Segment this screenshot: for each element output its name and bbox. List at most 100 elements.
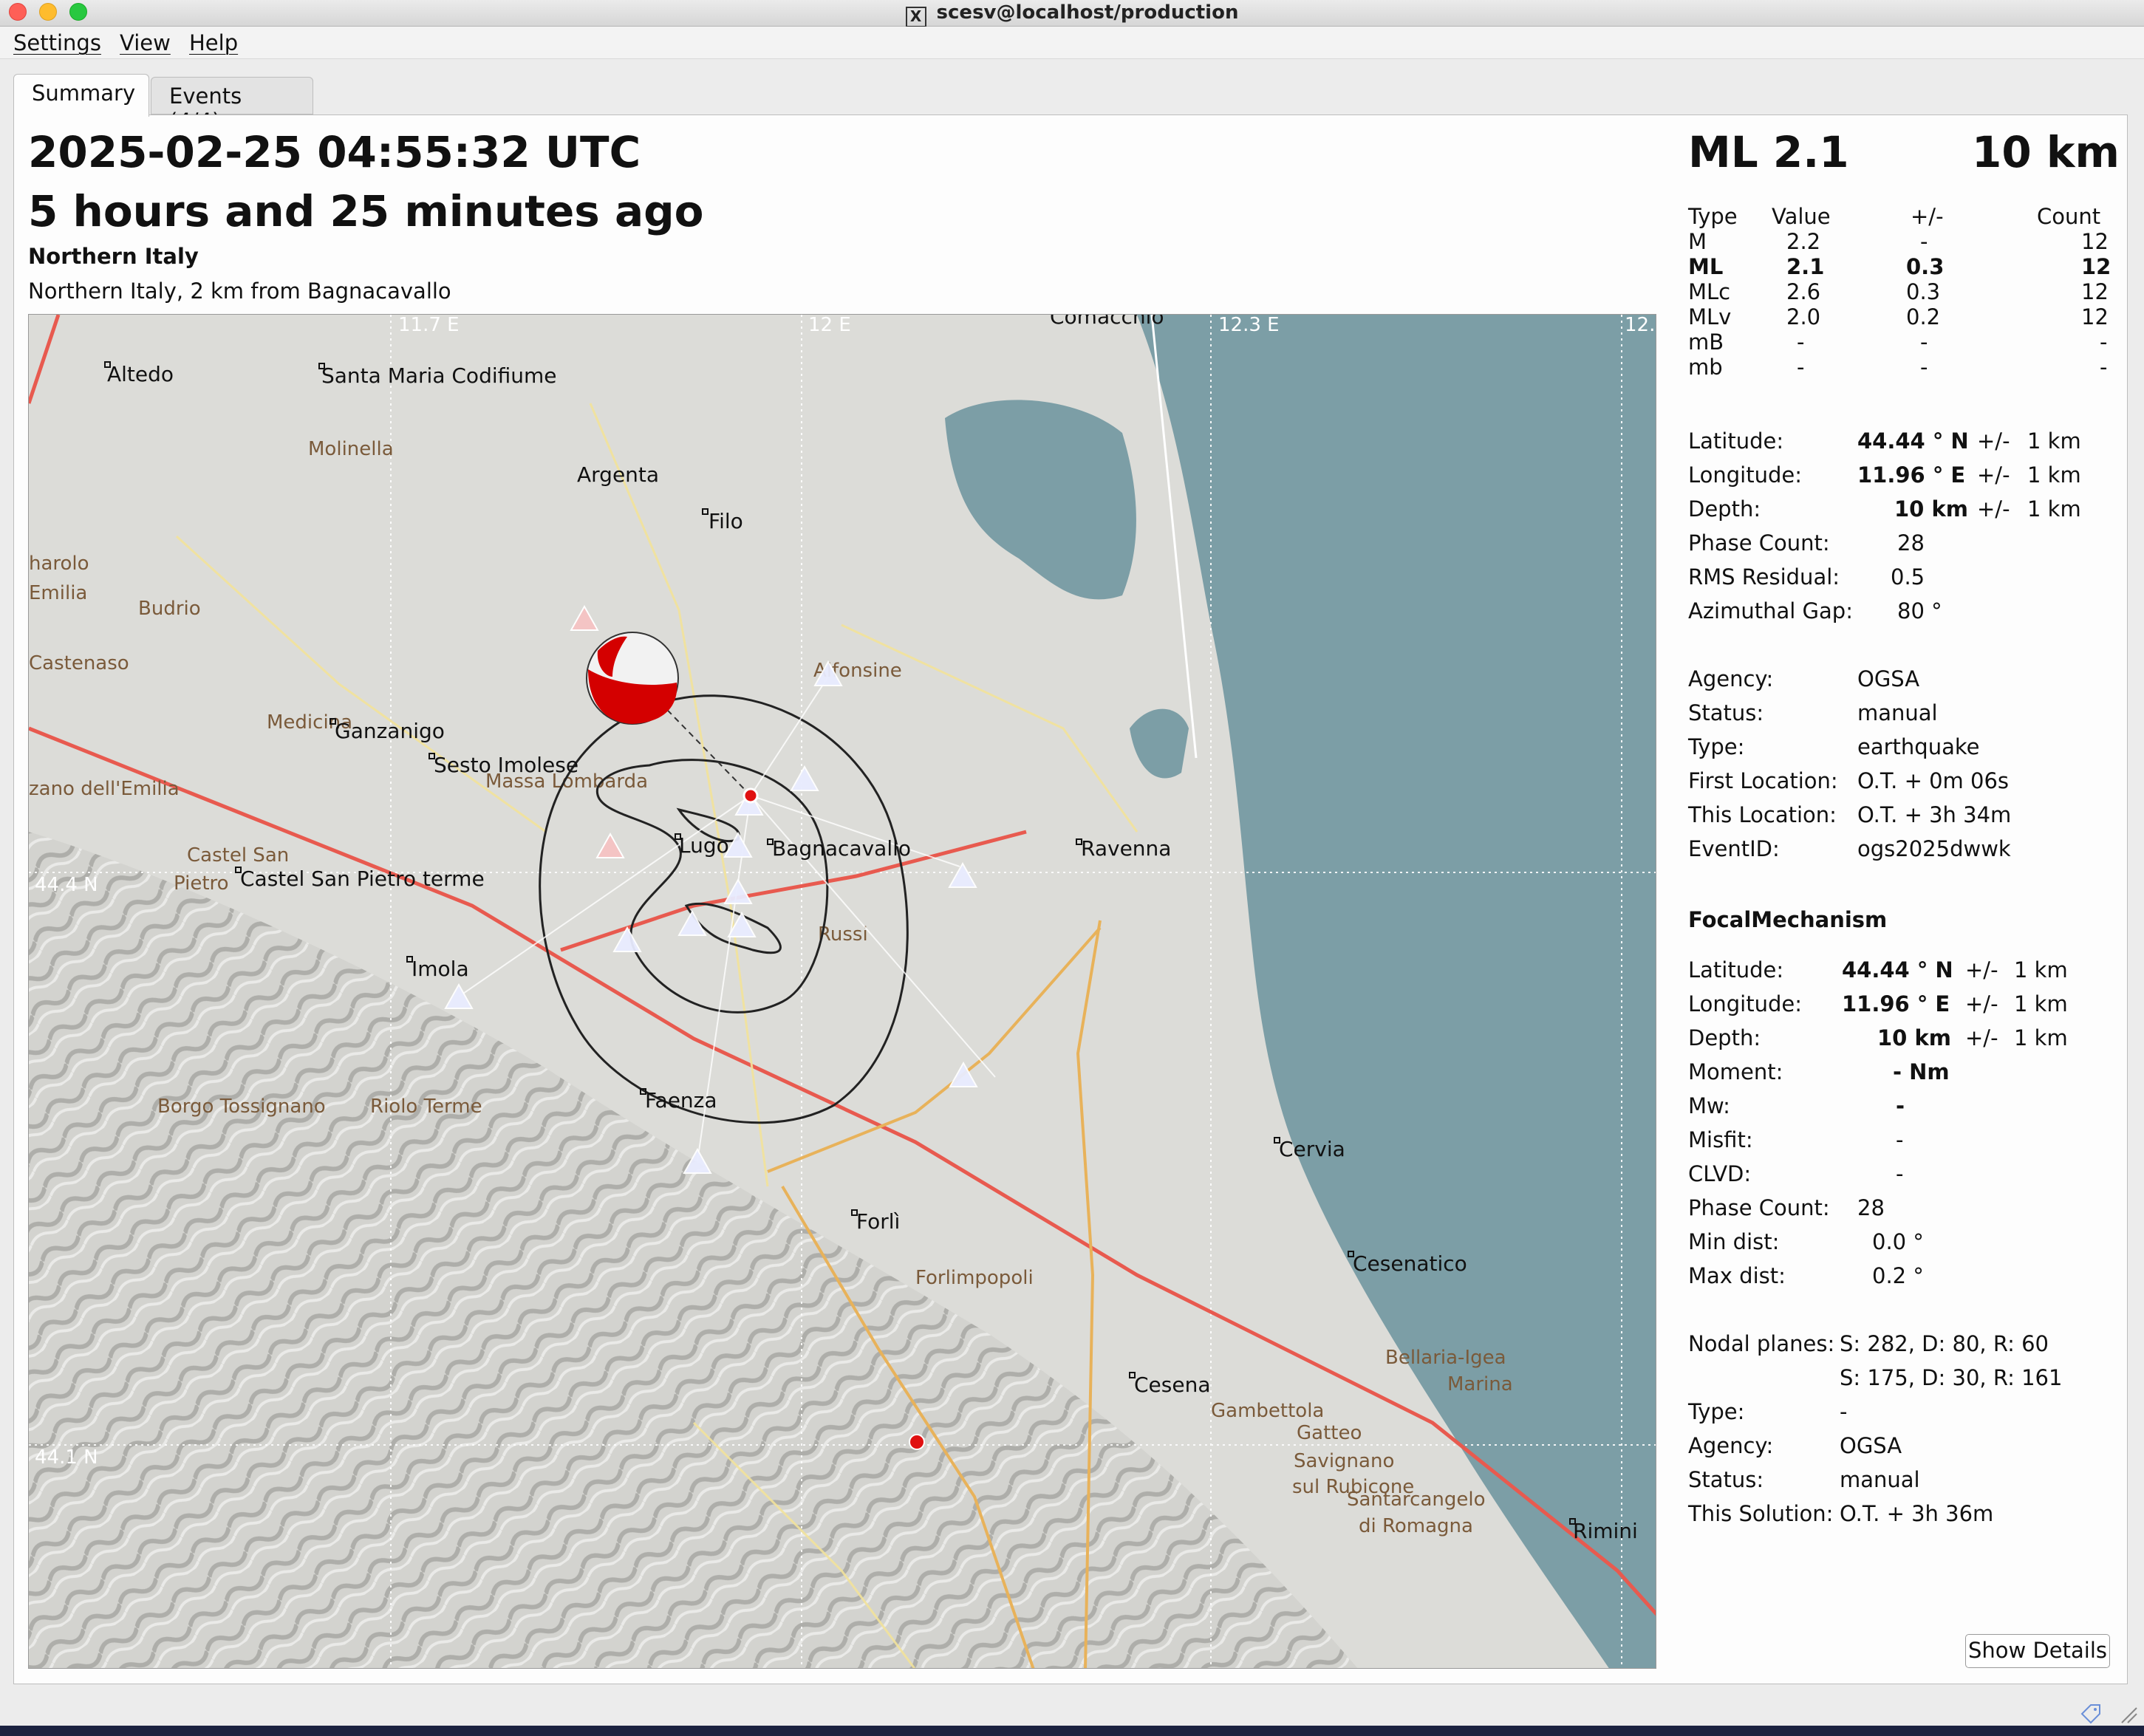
origin-first-value: O.T. + 0m 06s (1857, 768, 2010, 793)
mag-row-value: 2.2 (1786, 229, 1821, 254)
show-details-button[interactable]: Show Details (1965, 1634, 2110, 1668)
focal-heading: FocalMechanism (1688, 907, 1888, 932)
focal-lat-value: 44.44 ° N (1842, 957, 1953, 983)
origin-phase-label: Phase Count: (1688, 530, 1830, 556)
map-label-savignano: Savignano (1294, 1450, 1394, 1472)
mag-row-unc: - (1920, 229, 1928, 254)
focal-nodal-label: Nodal planes: (1688, 1331, 1835, 1356)
menu-bar: Settings View Help (0, 27, 2144, 59)
origin-first-label: First Location: (1688, 768, 1838, 793)
mag-row-value: - (1797, 355, 1805, 380)
menu-settings[interactable]: Settings (13, 30, 101, 55)
map-label-molinella: Molinella (308, 438, 394, 460)
focal-mindist-value: 0.0 ° (1872, 1229, 1924, 1254)
menu-view[interactable]: View (120, 30, 171, 55)
origin-status-label: Status: (1688, 700, 1764, 725)
mag-header-value: Value (1772, 204, 1831, 229)
map-label-pietro: Pietro (174, 872, 229, 895)
focal-depth-unc: 1 km (2014, 1025, 2068, 1050)
origin-lat-pm: +/- (1977, 428, 2010, 454)
focal-moment-label: Moment: (1688, 1059, 1783, 1084)
event-marker[interactable] (909, 1434, 925, 1450)
city-santa-maria: Santa Maria Codifiume (321, 363, 557, 388)
origin-gap-label: Azimuthal Gap: (1688, 598, 1853, 623)
mag-header-unc: +/- (1911, 204, 1944, 229)
mag-row-unc: 0.3 (1906, 254, 1945, 279)
city-altedo: Altedo (107, 362, 174, 386)
origin-lat-label: Latitude: (1688, 428, 1784, 454)
mag-row-value: 2.1 (1786, 254, 1825, 279)
mag-header-count: Count (2037, 204, 2101, 229)
map-label-borgo: Borgo Tossignano (157, 1096, 326, 1118)
focal-mw-label: Mw: (1688, 1093, 1730, 1118)
map-label-bellaria: Bellaria-Igea (1385, 1347, 1506, 1369)
focal-solution-value: O.T. + 3h 36m (1840, 1501, 1994, 1526)
grid-label-lon4: 12. (1625, 315, 1655, 336)
map-label-castenaso: Castenaso (29, 652, 129, 674)
tag-icon (2080, 1704, 2100, 1724)
mag-header-type: Type (1688, 204, 1738, 229)
mag-row-value: 2.0 (1786, 304, 1821, 329)
focal-mechanism-beachball[interactable] (586, 632, 679, 725)
origin-eventid-value[interactable]: ogs2025dwwk (1857, 836, 2011, 861)
origin-type-value: earthquake (1857, 734, 1980, 759)
map-label-harolo: harolo (29, 553, 89, 575)
city-sesto-imolese: Sesto Imolese (434, 753, 578, 777)
focal-nodal-plane-1: S: 282, D: 80, R: 60 (1840, 1331, 2049, 1356)
origin-rms-value: 0.5 (1891, 564, 1925, 590)
mag-row-value: 2.6 (1786, 279, 1821, 304)
city-cervia: Cervia (1279, 1137, 1345, 1161)
focal-lon-pm: +/- (1965, 991, 1998, 1016)
origin-depth-label: Depth: (1688, 496, 1761, 522)
tab-summary[interactable]: Summary (13, 74, 149, 117)
grid-label-lat2: 44.1 N (35, 1446, 98, 1469)
map-label-emilia: Emilia (29, 582, 87, 604)
origin-this-value: O.T. + 3h 34m (1857, 802, 2012, 827)
city-cesena: Cesena (1134, 1373, 1211, 1397)
city-imola: Imola (412, 957, 469, 981)
origin-phase-value: 28 (1897, 530, 1925, 556)
event-time-ago: 5 hours and 25 minutes ago (28, 186, 704, 236)
event-region: Northern Italy (28, 244, 199, 269)
focal-lat-pm: +/- (1965, 957, 1998, 983)
focal-phase-label: Phase Count: (1688, 1195, 1830, 1220)
map-label-santarcangelo: Santarcangelo (1347, 1489, 1486, 1511)
focal-type-label: Type: (1688, 1399, 1745, 1424)
map-canvas[interactable]: 11.7 E 12 E 12.3 E 12. 44.4 N 44.1 N Mol… (29, 315, 1656, 1669)
origin-depth-value: 10 km (1894, 496, 1968, 522)
focal-lat-unc: 1 km (2014, 957, 2068, 983)
map-label-budrio: Budrio (138, 598, 201, 620)
focal-type-value: - (1840, 1399, 1848, 1424)
tab-events[interactable]: Events (4/4) (151, 77, 313, 134)
mag-row-type: ML (1688, 254, 1724, 279)
city-ganzanigo: Ganzanigo (335, 719, 445, 743)
city-argenta: Argenta (577, 462, 659, 487)
city-castel-san-pietro: Castel San Pietro terme (240, 867, 485, 891)
focal-depth-value: 10 km (1877, 1025, 1951, 1050)
depth-headline: 10 km (1972, 127, 2120, 177)
origin-agency-value: OGSA (1857, 666, 1920, 691)
x11-icon: X (905, 7, 926, 27)
origin-agency-label: Agency: (1688, 666, 1774, 691)
city-faenza: Faenza (645, 1088, 717, 1113)
window-title: scesv@localhost/production (936, 1, 1239, 24)
origin-status-value: manual (1857, 700, 1938, 725)
resize-grip-icon[interactable] (2121, 1707, 2137, 1723)
mag-row-type: MLc (1688, 279, 1731, 304)
magnitude-headline: ML 2.1 (1688, 127, 1849, 177)
origin-rms-label: RMS Residual: (1688, 564, 1840, 590)
origin-lon-pm: +/- (1977, 462, 2010, 488)
focal-clvd-label: CLVD: (1688, 1161, 1752, 1186)
mag-row-type: MLv (1688, 304, 1732, 329)
mag-row-count: 12 (2081, 304, 2109, 329)
focal-lon-value: 11.96 ° E (1842, 991, 1950, 1016)
map-label-riolo: Riolo Terme (370, 1096, 482, 1118)
origin-eventid-label: EventID: (1688, 836, 1780, 861)
map-label-russi: Russi (818, 923, 868, 946)
map-label-ozzano: zano dell'Emilia (29, 778, 180, 800)
focal-mindist-label: Min dist: (1688, 1229, 1780, 1254)
epicenter-marker[interactable] (742, 787, 759, 804)
focal-depth-label: Depth: (1688, 1025, 1761, 1050)
event-map[interactable]: 11.7 E 12 E 12.3 E 12. 44.4 N 44.1 N Mol… (28, 314, 1656, 1669)
menu-help[interactable]: Help (189, 30, 238, 55)
